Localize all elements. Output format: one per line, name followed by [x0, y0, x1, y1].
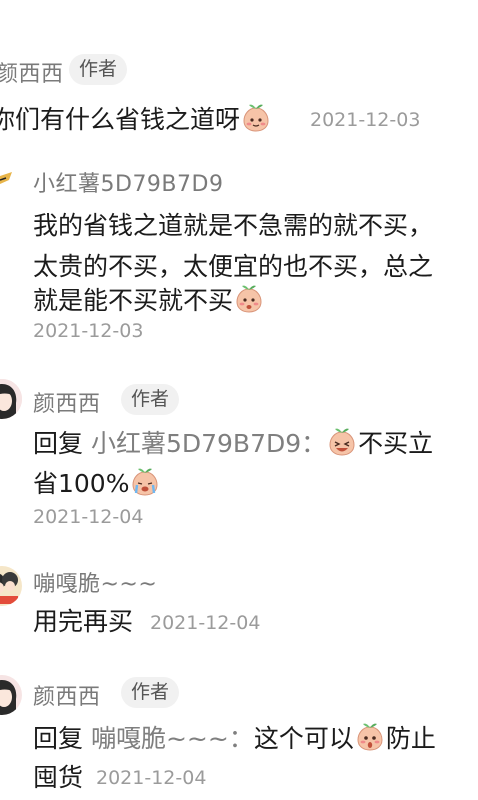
comment-text: 用完再买 [33, 607, 134, 636]
comment-text-line: 我的省钱之道就是不急需的就不买， [33, 211, 434, 240]
comment-text-line: 囤货 [33, 763, 84, 792]
reply-prefix: 回复 [33, 429, 84, 458]
comment-date: 2021-12-04 [96, 767, 207, 789]
comment-author-name[interactable]: 颜西西 [33, 679, 101, 711]
comment-text-body: 你们有什么省钱之道呀 [0, 105, 241, 134]
comment-text-line: 就是能不买就不买 [33, 280, 265, 321]
comment-text-line: 省100% [33, 463, 161, 504]
user-avatar[interactable] [0, 379, 22, 419]
comment-text: 回复 小红薯5D79B7D9： 不买立 [33, 423, 433, 464]
peach-surprised-emoji [355, 722, 385, 752]
user-avatar[interactable] [0, 166, 14, 196]
comment-date: 2021-12-04 [150, 612, 261, 634]
reply-prefix: 回复 [33, 724, 84, 753]
comment-author-name[interactable]: 小红薯5D79B7D9 [33, 166, 223, 198]
reply-mention[interactable]: 嘣嘎脆~~~： [91, 724, 254, 753]
comment-text-body: 不买立 [358, 429, 434, 458]
avatar-image [0, 379, 22, 419]
reply-mention[interactable]: 小红薯5D79B7D9： [91, 429, 326, 458]
avatar-image [0, 172, 12, 184]
author-badge: 作者 [69, 54, 128, 85]
comment-date: 2021-12-03 [33, 320, 144, 342]
comment-author-name[interactable]: 颜西西 [0, 56, 64, 88]
author-badge: 作者 [121, 384, 180, 415]
peach-shy-emoji [234, 284, 264, 314]
avatar-image [0, 566, 22, 606]
comment-text-body: 这个可以 [253, 724, 354, 753]
comment-author-name[interactable]: 颜西西 [33, 386, 101, 418]
comment-text-body: 防止 [385, 724, 436, 753]
avatar-image [0, 675, 22, 715]
comment-author-name[interactable]: 嘣嘎脆~~~ [33, 566, 157, 598]
comment-text-body: 就是能不买就不买 [33, 286, 234, 315]
comment-text: 回复 嘣嘎脆~~~：这个可以 防止 [33, 718, 436, 759]
comment-date: 2021-12-04 [33, 506, 144, 528]
user-avatar[interactable] [0, 675, 22, 715]
peach-shy-emoji [241, 103, 271, 133]
peach-cry-emoji [130, 467, 160, 497]
comment-date: 2021-12-03 [310, 109, 421, 131]
peach-laugh-emoji [327, 427, 357, 457]
author-badge: 作者 [121, 677, 180, 708]
user-avatar[interactable] [0, 566, 22, 606]
comment-text: 你们有什么省钱之道呀 [0, 99, 272, 140]
comment-text-body: 省100% [33, 469, 130, 498]
